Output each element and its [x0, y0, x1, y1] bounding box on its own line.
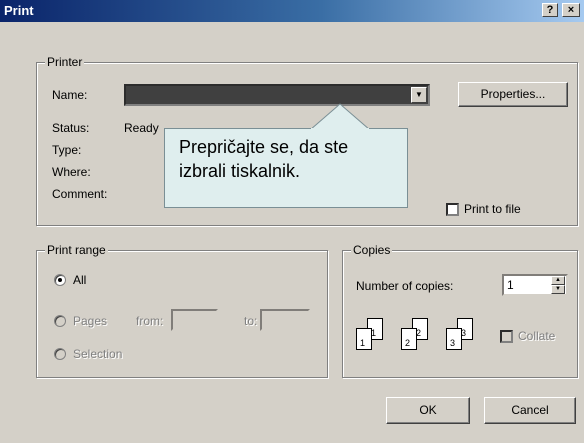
selection-radio[interactable] [54, 348, 66, 360]
callout-line-1: Prepričajte se, da ste [179, 137, 349, 157]
close-button[interactable]: × [562, 3, 580, 17]
comment-label: Comment: [52, 187, 108, 201]
title-bar: Print ? × [0, 0, 584, 22]
copies-group-label: Copies [351, 243, 393, 257]
page-number: 1 [360, 338, 366, 348]
type-label: Type: [52, 143, 82, 157]
name-label: Name: [52, 88, 88, 102]
collate-label[interactable]: Collate [518, 329, 555, 343]
arrow-up-icon[interactable]: ▲ [551, 276, 565, 285]
to-input[interactable] [260, 309, 310, 331]
ok-button-label: OK [419, 403, 437, 417]
number-of-copies-label: Number of copies: [356, 279, 454, 293]
properties-button-label: Properties... [480, 87, 546, 101]
from-input[interactable] [171, 309, 218, 331]
page-icon: 2 [401, 328, 417, 350]
printer-group-label: Printer [45, 55, 85, 69]
from-label: from: [136, 314, 164, 328]
help-button[interactable]: ? [542, 3, 558, 17]
print-to-file-checkbox[interactable] [446, 203, 459, 216]
print-to-file-label[interactable]: Print to file [464, 202, 521, 216]
where-label: Where: [52, 165, 91, 179]
printer-name-select[interactable]: ▼ [124, 84, 430, 106]
ok-button[interactable]: OK [386, 397, 470, 424]
cancel-button-label: Cancel [511, 403, 549, 417]
collate-checkbox[interactable] [500, 330, 513, 343]
to-label: to: [244, 314, 258, 328]
window-title: Print [4, 3, 34, 18]
page-icon: 1 [356, 328, 372, 350]
all-label[interactable]: All [73, 273, 86, 287]
collate-preview: 1 1 2 2 3 3 [356, 318, 486, 358]
arrow-down-icon[interactable]: ▼ [551, 285, 565, 294]
all-radio[interactable] [54, 274, 66, 286]
callout-tooltip: Prepričajte se, da ste izbrali tiskalnik… [164, 128, 408, 208]
copies-input[interactable]: 1 ▲ ▼ [502, 274, 568, 296]
callout-join [311, 128, 369, 130]
print-dialog: Print ? × Printer Name: ▼ Properties... … [0, 0, 584, 443]
selection-label[interactable]: Selection [73, 347, 122, 361]
properties-button[interactable]: Properties... [458, 82, 568, 107]
page-icon: 3 [446, 328, 462, 350]
status-label: Status: [52, 121, 90, 135]
callout-line-2: izbrali tiskalnik. [179, 161, 301, 181]
chevron-down-icon[interactable]: ▼ [411, 87, 427, 103]
copies-value: 1 [507, 278, 514, 292]
pages-radio[interactable] [54, 315, 66, 327]
cancel-button[interactable]: Cancel [484, 397, 576, 424]
print-range-group-label: Print range [45, 243, 108, 257]
callout-pointer [309, 103, 371, 130]
page-number: 2 [405, 338, 411, 348]
status-value: Ready [124, 121, 159, 135]
copies-group: Copies [342, 243, 578, 378]
radio-dot-icon [58, 278, 62, 282]
page-number: 3 [450, 338, 456, 348]
pages-label[interactable]: Pages [73, 314, 107, 328]
